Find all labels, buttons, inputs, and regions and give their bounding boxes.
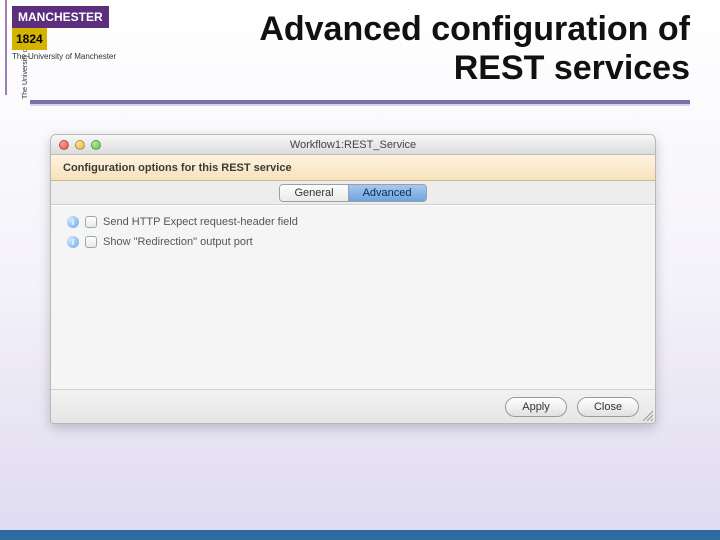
option-row: i Show "Redirection" output port [67,236,639,248]
slide-title: Advanced configuration of REST services [170,10,690,88]
slide-bottom-bar [0,530,720,540]
info-icon[interactable]: i [67,236,79,248]
checkbox-redirection-port[interactable] [85,236,97,248]
logo-year: 1824 [12,28,47,50]
options-panel: i Send HTTP Expect request-header field … [51,205,655,389]
logo-divider [5,0,7,95]
close-icon[interactable] [59,140,69,150]
dialog-window: Workflow1:REST_Service Configuration opt… [50,134,656,424]
option-row: i Send HTTP Expect request-header field [67,216,639,228]
option-label: Send HTTP Expect request-header field [103,216,298,228]
config-subheader: Configuration options for this REST serv… [51,155,655,181]
window-title: Workflow1:REST_Service [51,139,655,151]
title-rule-shadow [30,104,690,106]
dialog-footer: Apply Close [51,389,655,423]
tab-segment-control: General Advanced [279,184,426,202]
tab-general[interactable]: General [280,185,347,201]
close-button[interactable]: Close [577,397,639,417]
apply-button-label: Apply [522,401,550,413]
logo-word: MANCHESTER [12,6,109,28]
tab-row: General Advanced [51,181,655,205]
slide-root: The University of Manchester MANCHESTER1… [0,0,720,540]
zoom-icon[interactable] [91,140,101,150]
tab-advanced-label: Advanced [363,187,412,199]
tab-advanced[interactable]: Advanced [348,185,426,201]
info-icon[interactable]: i [67,216,79,228]
minimize-icon[interactable] [75,140,85,150]
checkbox-expect-header[interactable] [85,216,97,228]
tab-general-label: General [294,187,333,199]
resize-grip-icon[interactable] [641,409,653,421]
apply-button[interactable]: Apply [505,397,567,417]
traffic-lights [59,140,101,150]
logo-subtitle: The University of Manchester [12,52,142,61]
config-subheader-label: Configuration options for this REST serv… [63,162,292,174]
university-logo: MANCHESTER1824 The University of Manches… [12,6,142,64]
option-label: Show "Redirection" output port [103,236,253,248]
window-titlebar[interactable]: Workflow1:REST_Service [51,135,655,155]
close-button-label: Close [594,401,622,413]
